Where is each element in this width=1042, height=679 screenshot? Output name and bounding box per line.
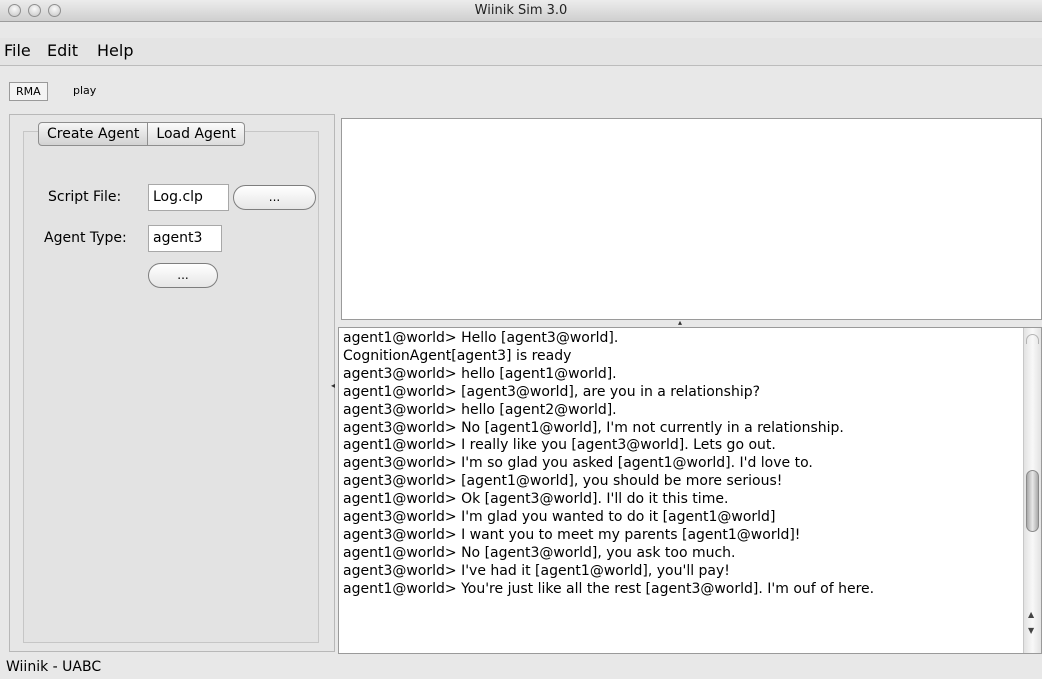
menu-file[interactable]: File <box>4 41 31 60</box>
tab-load-agent[interactable]: Load Agent <box>148 122 245 146</box>
log-line: CognitionAgent[agent3] is ready <box>343 347 572 364</box>
scroll-up-arrow-icon[interactable]: ▲ <box>1028 610 1034 619</box>
scrollbar-thumb[interactable] <box>1026 469 1039 532</box>
log-line: agent1@world> Ok [agent3@world]. I'll do… <box>343 491 729 508</box>
agent-panel: Create Agent Load Agent Script File: Log… <box>9 114 335 652</box>
status-bar: Wiinik - UABC <box>0 656 1042 679</box>
agent-tabs: Create Agent Load Agent <box>38 122 245 146</box>
log-line: agent3@world> I want you to meet my pare… <box>343 526 801 543</box>
scrollbar-track-cap <box>1026 334 1039 344</box>
log-line: agent3@world> I'm glad you wanted to do … <box>343 509 776 526</box>
log-scrollbar[interactable]: ▲ ▼ <box>1023 328 1041 653</box>
log-line: agent1@world> No [agent3@world], you ask… <box>343 544 736 561</box>
menu-edit[interactable]: Edit <box>47 41 78 60</box>
log-line: agent1@world> [agent3@world], are you in… <box>343 383 761 400</box>
split-divider-handle[interactable]: ▴ <box>678 318 682 327</box>
split-divider-left-handle[interactable]: ◂ <box>331 381 335 390</box>
script-file-field[interactable]: Log.clp <box>148 184 229 211</box>
log-line: agent3@world> [agent1@world], you should… <box>343 473 783 490</box>
log-line: agent3@world> hello [agent2@world]. <box>343 401 617 418</box>
log-line: agent3@world> I've had it [agent1@world]… <box>343 562 730 579</box>
browse-script-button[interactable]: ... <box>233 185 316 210</box>
log-line: agent1@world> I really like you [agent3@… <box>343 437 776 454</box>
tab-create-agent[interactable]: Create Agent <box>38 122 149 146</box>
log-lines: agent1@world> Hello [agent3@world]. Cogn… <box>343 330 1017 599</box>
window-title: Wiinik Sim 3.0 <box>474 3 568 18</box>
log-line: agent1@world> Hello [agent3@world]. <box>343 330 619 346</box>
menu-help[interactable]: Help <box>97 41 133 60</box>
status-text: Wiinik - UABC <box>6 659 102 675</box>
log-line: agent3@world> No [agent1@world], I'm not… <box>343 419 844 436</box>
play-button[interactable]: play <box>73 84 96 97</box>
log-line: agent3@world> I'm so glad you asked [age… <box>343 455 813 472</box>
scroll-down-arrow-icon[interactable]: ▼ <box>1028 626 1034 635</box>
log-line: agent1@world> You're just like all the r… <box>343 580 875 597</box>
message-log[interactable]: agent1@world> Hello [agent3@world]. Cogn… <box>338 327 1042 654</box>
toolbar: RMA play <box>0 67 1042 112</box>
script-file-label: Script File: <box>48 189 122 205</box>
rma-button[interactable]: RMA <box>9 82 48 101</box>
agent-view-area <box>341 118 1042 320</box>
log-line: agent3@world> hello [agent1@world]. <box>343 365 617 382</box>
agent-type-field[interactable]: agent3 <box>148 225 222 252</box>
agent-type-label: Agent Type: <box>44 230 127 246</box>
menu-bar: File Edit Help <box>0 38 1042 66</box>
title-bar: Wiinik Sim 3.0 <box>0 0 1042 22</box>
create-agent-button[interactable]: ... <box>148 263 218 288</box>
